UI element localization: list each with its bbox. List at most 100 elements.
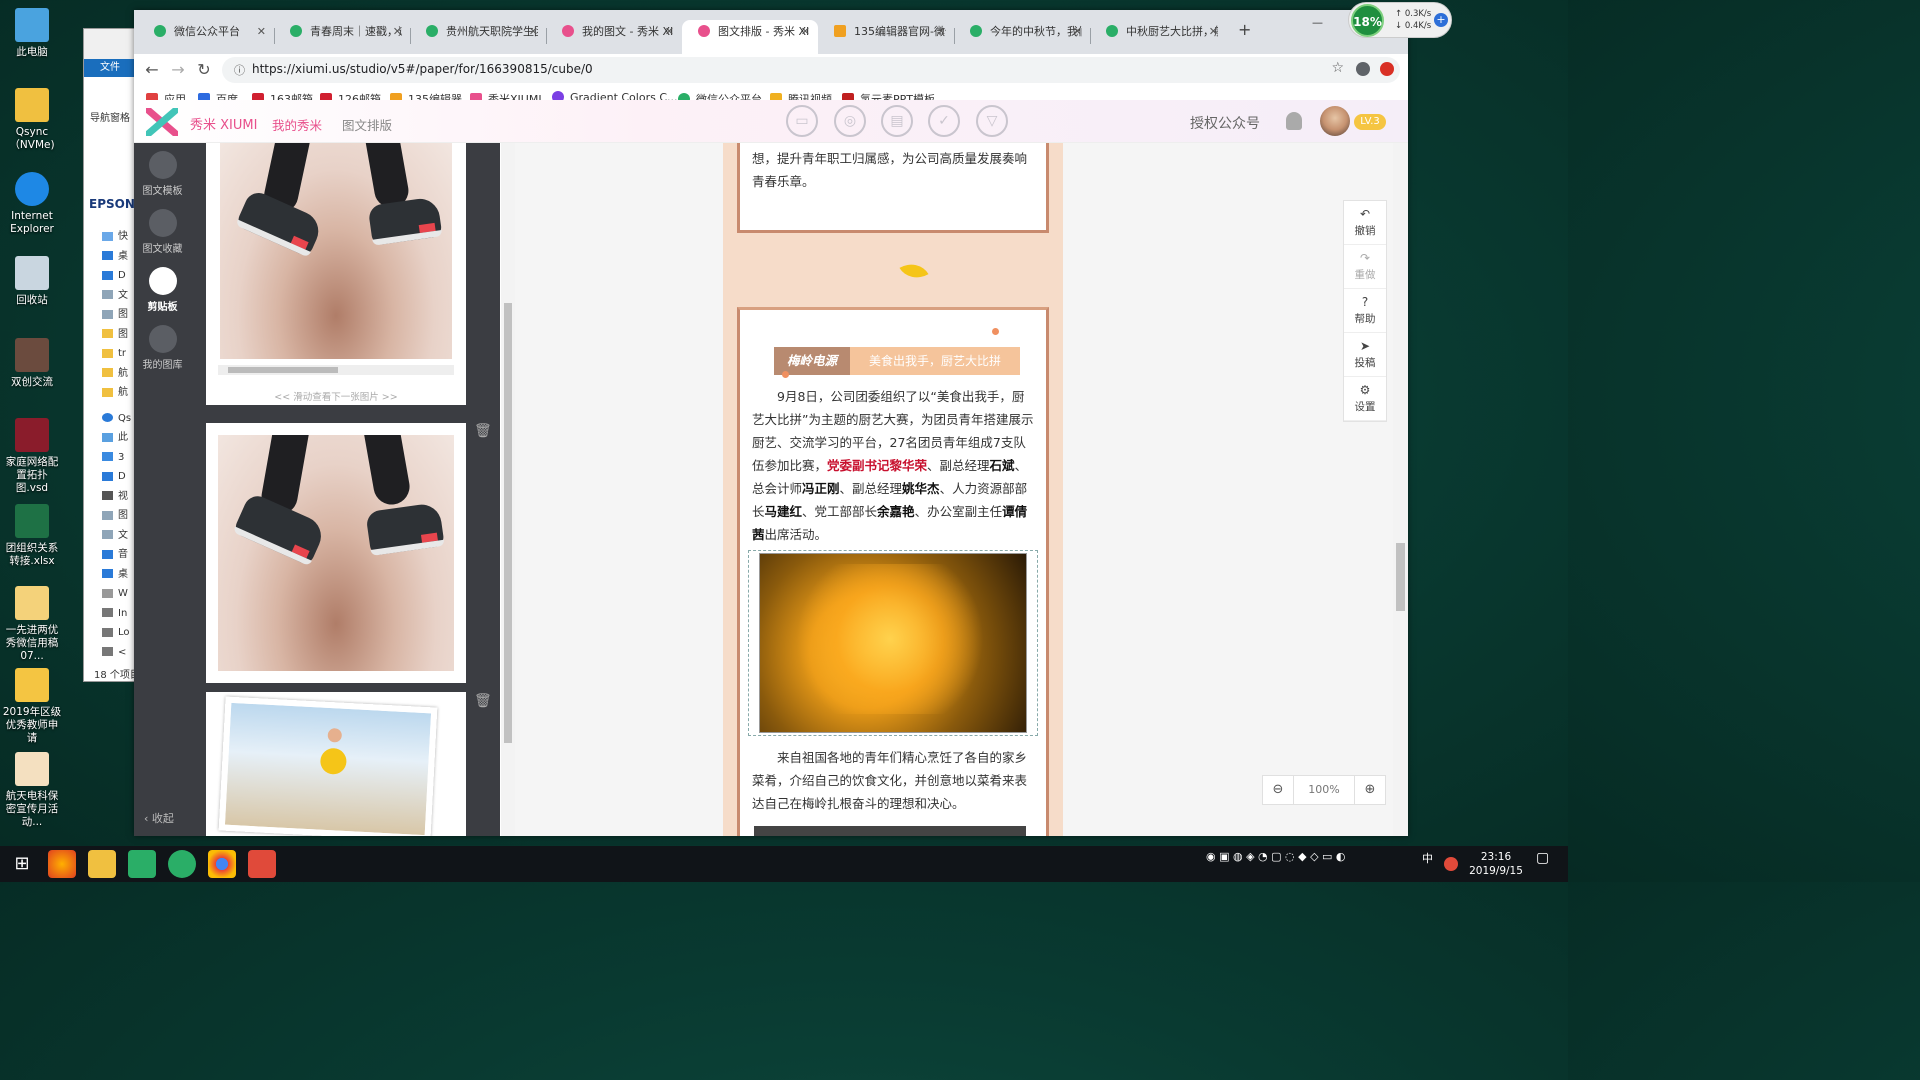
tab-135-editor[interactable]: 135编辑器官网-微信 ✕ — [818, 20, 954, 54]
help-button[interactable]: ? 帮助 — [1344, 289, 1386, 333]
desktop-icon-this-pc[interactable]: 此电脑 — [2, 8, 62, 59]
clock[interactable]: 23:16 2019/9/15 — [1468, 850, 1524, 878]
desktop-icon-recycle-bin[interactable]: 回收站 — [2, 256, 62, 307]
close-icon[interactable]: ✕ — [1209, 20, 1218, 44]
article-section-contest[interactable]: 梅岭电源 美食出我手，厨艺大比拼 9月8日，公司团委组织了以“美食出我手，厨艺大… — [737, 307, 1049, 836]
ime-indicator[interactable]: 中 — [1422, 850, 1433, 866]
horizontal-scrollbar[interactable] — [218, 365, 454, 375]
tree-item[interactable]: 音 — [102, 545, 131, 565]
folder-tool-icon[interactable]: ▭ — [786, 105, 818, 137]
zoom-in-icon[interactable]: ⊕ — [1355, 776, 1385, 804]
forward-button[interactable]: → — [168, 60, 188, 79]
tree-item[interactable]: In — [102, 604, 131, 624]
xiumi-logo-icon[interactable] — [144, 106, 180, 138]
bookmark-star-icon[interactable]: ☆ — [1331, 60, 1344, 76]
close-icon[interactable]: ✕ — [801, 20, 810, 44]
reload-button[interactable]: ↻ — [194, 60, 214, 79]
desktop-icon-doc2[interactable]: 航天电科保密宣传月活动... — [2, 752, 62, 829]
network-speed-widget[interactable]: 18% ↑ 0.3K/s ↓ 0.4K/s + — [1348, 2, 1452, 38]
desktop-icon-folder[interactable]: 双创交流 — [2, 338, 62, 389]
explorer-file-tab[interactable]: 文件 — [84, 59, 136, 77]
close-icon[interactable]: ✕ — [1073, 20, 1082, 44]
intro-paragraph[interactable]: 动中的抓手之一。通过活动关注青年职工所盼所想，提升青年职工归属感，为公司高质量发… — [740, 143, 1046, 193]
tree-item[interactable]: W — [102, 584, 131, 604]
tree-item[interactable]: 图 — [102, 305, 131, 325]
close-icon[interactable]: ✕ — [937, 20, 946, 44]
print-tool-icon[interactable]: ▤ — [881, 105, 913, 137]
collapse-sidebar-button[interactable]: ‹ 收起 — [144, 810, 174, 826]
tab-wechat-mp[interactable]: 微信公众平台 ✕ — [138, 20, 274, 54]
tab-mid-autumn[interactable]: 今年的中秋节，我们 ✕ — [954, 20, 1090, 54]
firefox-icon[interactable] — [48, 850, 76, 878]
desktop-icon-doc[interactable]: 一先进两优秀微信用稿07... — [2, 586, 62, 663]
desktop-icon-vsd[interactable]: 家庭网络配置拓扑图.vsd — [2, 418, 62, 495]
tree-item[interactable]: 文 — [102, 286, 131, 306]
section-title-badge[interactable]: 梅岭电源 美食出我手，厨艺大比拼 — [774, 347, 1020, 378]
sidebar-item-gallery[interactable]: 我的图库 — [134, 325, 191, 371]
tree-item[interactable]: < — [102, 643, 131, 663]
tree-item[interactable]: 桌 — [102, 247, 131, 267]
desktop-icon-ie[interactable]: Internet Explorer — [2, 172, 62, 236]
breadcrumb-my-xiumi[interactable]: 我的秀米 — [272, 115, 322, 134]
selected-image-frame[interactable] — [748, 550, 1038, 736]
sidebar-item-clipboard[interactable]: 剪贴板 — [134, 267, 191, 313]
tree-item[interactable]: D — [102, 467, 131, 487]
tree-item[interactable]: 文 — [102, 526, 131, 546]
dishes-paragraph[interactable]: 来自祖国各地的青年们精心烹饪了各自的家乡菜肴，介绍自己的饮食文化，并创意地以菜肴… — [740, 746, 1046, 815]
tree-item[interactable]: 视 — [102, 487, 131, 507]
tab-youth-weekend[interactable]: 青春周末｜速戳，速戳✕ — [274, 20, 410, 54]
trash-icon[interactable]: 🗑 — [474, 423, 492, 439]
sidebar-item-favorites[interactable]: 图文收藏 — [134, 209, 191, 255]
undo-button[interactable]: ↶ 撤销 — [1344, 201, 1386, 245]
windows-start-icon[interactable]: ⊞ — [8, 850, 36, 878]
dropdown-tool-icon[interactable]: ▽ — [976, 105, 1008, 137]
tree-item[interactable]: Qs — [102, 409, 131, 429]
authorize-account-link[interactable]: 授权公众号 — [1190, 113, 1260, 133]
tree-item[interactable]: 图 — [102, 506, 131, 526]
tree-item[interactable]: D — [102, 266, 131, 286]
submit-button[interactable]: ➤ 投稿 — [1344, 333, 1386, 377]
article-section-intro[interactable]: 动中的抓手之一。通过活动关注青年职工所盼所想，提升青年职工归属感，为公司高质量发… — [737, 143, 1049, 233]
canvas-scrollbar[interactable] — [1393, 143, 1408, 836]
zoom-out-icon[interactable]: ⊖ — [1263, 776, 1293, 804]
close-icon[interactable]: ✕ — [257, 20, 266, 44]
tab-layout-editor[interactable]: 图文排版 - 秀米 XIUMI✕ — [682, 20, 818, 54]
tree-item[interactable]: 3 — [102, 448, 131, 468]
desktop-icon-folder-2019[interactable]: 2019年区级优秀教师申请 — [2, 668, 62, 745]
tree-item[interactable]: tr — [102, 344, 131, 364]
app-icon[interactable] — [128, 850, 156, 878]
new-tab-button[interactable]: + — [1238, 20, 1251, 39]
tree-item[interactable]: 桌 — [102, 565, 131, 585]
xiumi-brand[interactable]: 秀米 XIUMI — [190, 114, 257, 133]
info-icon[interactable]: ⓘ — [234, 62, 245, 78]
contest-paragraph[interactable]: 9月8日，公司团委组织了以“美食出我手，厨艺大比拼”为主题的厨艺大赛，为团员青年… — [740, 385, 1046, 546]
tree-item[interactable]: 航 — [102, 383, 131, 403]
cloud-tool-icon[interactable]: ◎ — [834, 105, 866, 137]
tree-item[interactable]: 图 — [102, 325, 131, 345]
url-text[interactable]: https://xiumi.us/studio/v5#/paper/for/16… — [252, 62, 593, 76]
close-icon[interactable]: ✕ — [529, 20, 538, 44]
app-red-icon[interactable] — [248, 850, 276, 878]
omnibox[interactable]: ⓘ https://xiumi.us/studio/v5#/paper/for/… — [222, 57, 1400, 83]
sidebar-item-templates[interactable]: 图文模板 — [134, 151, 191, 197]
file-explorer-icon[interactable] — [88, 850, 116, 878]
tray-icons[interactable]: ◉ ▣ ◍ ◈ ◔ ▢ ◌ ◆ ◇ ▭ ◐ — [1206, 850, 1346, 863]
back-button[interactable]: ← — [142, 60, 162, 79]
desktop-icon-xlsx[interactable]: 团组织关系转接.xlsx — [2, 504, 62, 568]
tab-my-articles[interactable]: 我的图文 - 秀米 XIUMI✕ — [546, 20, 682, 54]
panel-scrollbar[interactable] — [501, 143, 515, 836]
wechat-icon[interactable] — [168, 850, 196, 878]
avatar[interactable] — [1320, 106, 1350, 136]
tree-item[interactable]: 此 — [102, 428, 131, 448]
tree-item[interactable]: Lo — [102, 623, 131, 643]
notification-icon[interactable]: ▢ — [1536, 850, 1549, 866]
clipboard-card[interactable]: << 滑动查看下一张图片 >> — [206, 143, 466, 405]
tree-item[interactable]: 快 — [102, 227, 131, 247]
account-icon[interactable] — [1356, 62, 1370, 76]
check-tool-icon[interactable]: ✓ — [928, 105, 960, 137]
sogou-icon[interactable] — [1444, 857, 1458, 871]
bell-icon[interactable] — [1286, 112, 1302, 130]
minimize-button[interactable]: — — [1312, 16, 1323, 29]
explorer-nav-pane[interactable]: 导航窗格 — [90, 113, 130, 125]
clipboard-card[interactable] — [206, 692, 466, 836]
